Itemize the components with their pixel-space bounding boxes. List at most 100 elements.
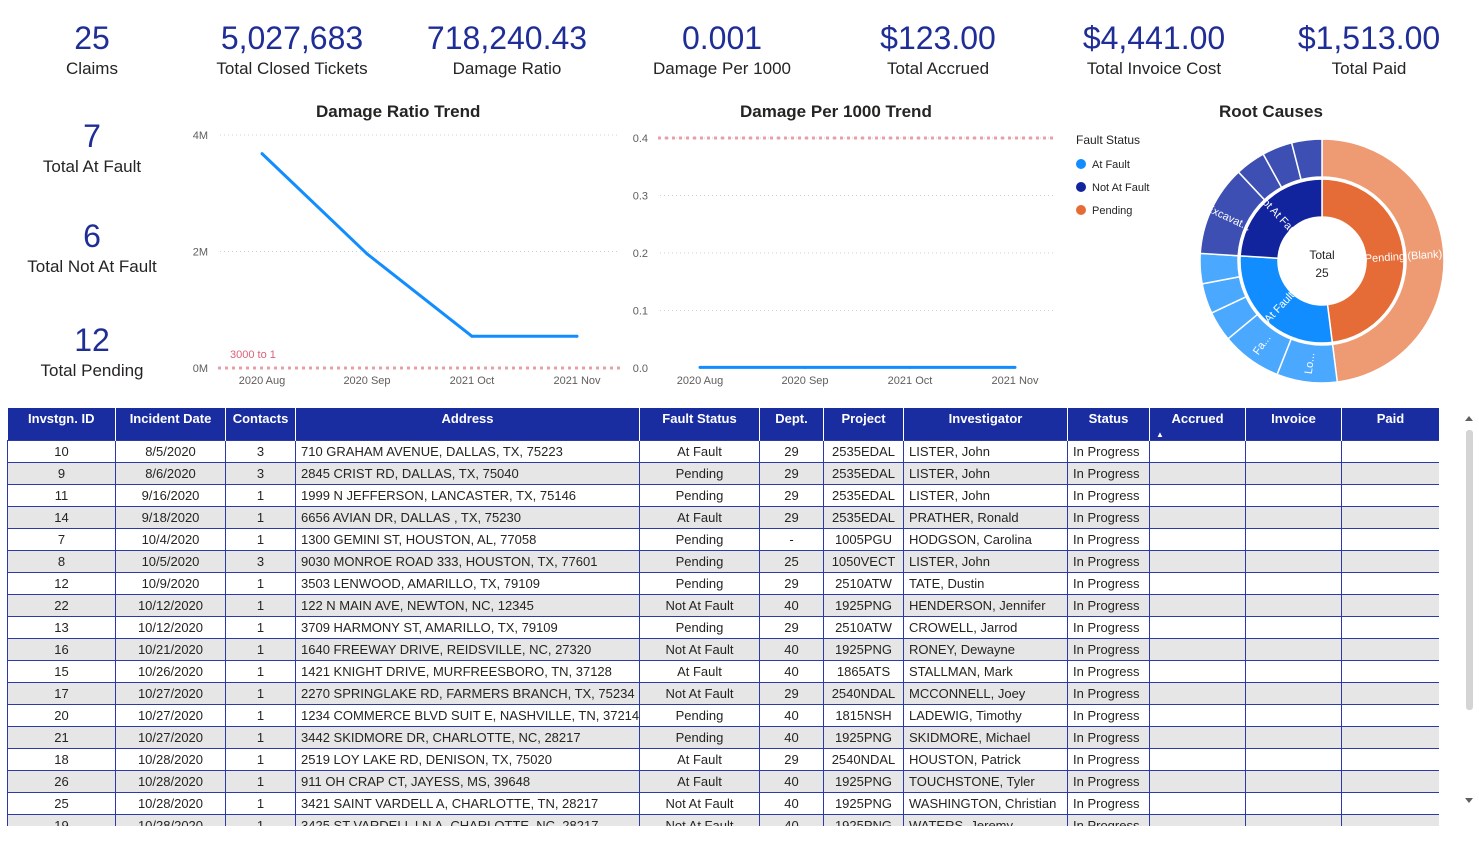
table-cell: 2510ATW [823, 572, 904, 595]
table-cell: In Progress [1067, 594, 1150, 617]
table-cell: HENDERSON, Jennifer [903, 594, 1068, 617]
data-point[interactable] [575, 334, 579, 338]
data-point[interactable] [1013, 365, 1017, 369]
x-tick-label: 2020 Aug [239, 375, 286, 387]
table-cell: 1300 GEMINI ST, HOUSTON, AL, 77058 [295, 528, 640, 551]
table-row[interactable]: 11 9/16/2020 1 1999 N JEFFERSON, LANCASTER,… [7, 484, 1439, 507]
table-cell: 1050VECT [823, 550, 904, 573]
table-cell: 2540NDAL [823, 682, 904, 705]
claims-table: Invstgn. ID Incident Date Contacts Address F… [7, 408, 1439, 826]
kpi-total-accrued: $123.00 Total Accrued [838, 20, 1038, 80]
y-tick-label: 0.4 [633, 133, 648, 145]
data-point[interactable] [908, 365, 912, 369]
table-row[interactable]: 22 10/12/2020 1 122 N MAIN AVE, NEWTON, NC,… [7, 594, 1439, 617]
center-value: 25 [1315, 266, 1329, 280]
table-cell: 1005PGU [823, 528, 904, 551]
column-header[interactable]: Dept. [759, 408, 824, 441]
table-cell [1149, 528, 1246, 551]
table-cell [1341, 550, 1439, 573]
damage-ratio-trend-chart[interactable]: 0M 2M 4M 3000 to 1 2020 Aug 2020 Sep 2021 Oct 2… [180, 125, 630, 395]
series-line[interactable] [260, 152, 577, 338]
table-row[interactable]: 9 8/6/2020 3 2845 CRIST RD, DALLAS, TX, 750… [7, 462, 1439, 485]
table-row[interactable]: 18 10/28/2020 1 2519 LOY LAKE RD, DENISON, … [7, 748, 1439, 771]
y-tick-label: 0.3 [633, 191, 648, 203]
table-row[interactable]: 19 10/28/2020 1 3425 ST VARDELL LN A, CHARL… [7, 814, 1439, 826]
column-header[interactable]: Incident Date [115, 408, 226, 441]
table-cell: 40 [759, 770, 824, 793]
y-tick-label: 2M [193, 247, 208, 259]
table-row[interactable]: 15 10/26/2020 1 1421 KNIGHT DRIVE, MURFREES… [7, 660, 1439, 683]
table-row[interactable]: 26 10/28/2020 1 911 OH CRAP CT, JAYESS, MS,… [7, 770, 1439, 793]
table-cell: 1 [225, 748, 296, 771]
damage-per-1000-trend-chart[interactable]: 0.0 0.1 0.2 0.3 0.4 2020 Aug 2020 Sep 2021 Oct 2… [620, 125, 1070, 395]
table-cell: In Progress [1067, 616, 1150, 639]
table-cell: In Progress [1067, 726, 1150, 749]
kpi-label: Total At Fault [42, 157, 142, 176]
table-row[interactable]: 8 10/5/2020 3 9030 MONROE ROAD 333, HOUSTON… [7, 550, 1439, 573]
column-header[interactable]: Address [295, 408, 640, 441]
column-header[interactable]: Contacts [225, 408, 296, 441]
table-cell [1245, 770, 1342, 793]
kpi-value: 0.001 [681, 20, 763, 56]
table-cell: 29 [759, 440, 824, 463]
table-cell: LISTER, John [903, 440, 1068, 463]
chevron-down-icon[interactable] [1465, 798, 1473, 803]
table-cell [1341, 616, 1439, 639]
table-cell [1341, 528, 1439, 551]
table-row[interactable]: 21 10/27/2020 1 3442 SKIDMORE DR, CHARLOTTE… [7, 726, 1439, 749]
table-cell: 1421 KNIGHT DRIVE, MURFREESBORO, TN, 371… [295, 660, 640, 683]
column-header[interactable]: Invoice [1245, 408, 1342, 441]
kpi-total-not-at-fault: 6 Total Not At Fault [12, 218, 172, 278]
legend-dot [1076, 182, 1086, 192]
table-row[interactable]: 12 10/9/2020 1 3503 LENWOOD, AMARILLO, TX, … [7, 572, 1439, 595]
center-label: Total [1309, 248, 1334, 262]
table-row[interactable]: 20 10/27/2020 1 1234 COMMERCE BLVD SUIT E, … [7, 704, 1439, 727]
table-row[interactable]: 25 10/28/2020 1 3421 SAINT VARDELL A, CHARL… [7, 792, 1439, 815]
legend-item-at-fault[interactable]: At Fault [1076, 159, 1149, 182]
table-row[interactable]: 13 10/12/2020 1 3709 HARMONY ST, AMARILLO, … [7, 616, 1439, 639]
table-cell [1341, 572, 1439, 595]
table-cell: 1925PNG [823, 726, 904, 749]
table-cell: At Fault [639, 440, 760, 463]
table-cell [1245, 616, 1342, 639]
column-header[interactable]: Status [1067, 408, 1150, 441]
sort-ascending-icon[interactable]: ▲ [1156, 430, 1164, 439]
table-row[interactable]: 17 10/27/2020 1 2270 SPRINGLAKE RD, FARMERS… [7, 682, 1439, 705]
column-header[interactable]: Fault Status [639, 408, 760, 441]
data-point[interactable] [803, 365, 807, 369]
legend-item-pending[interactable]: Pending [1076, 205, 1149, 228]
kpi-value: 718,240.43 [426, 20, 588, 56]
table-cell [1341, 748, 1439, 771]
table-cell: LISTER, John [903, 484, 1068, 507]
scrollbar-thumb[interactable] [1466, 430, 1473, 710]
column-header[interactable]: Paid [1341, 408, 1439, 441]
table-cell: 3709 HARMONY ST, AMARILLO, TX, 79109 [295, 616, 640, 639]
table-cell [1149, 770, 1246, 793]
table-cell: 10/27/2020 [115, 704, 226, 727]
column-header[interactable]: Investigator [903, 408, 1068, 441]
chevron-up-icon[interactable] [1465, 416, 1473, 421]
column-header[interactable]: Accrued ▲ [1149, 408, 1246, 441]
kpi-value: 25 [74, 20, 110, 56]
table-cell: Not At Fault [639, 594, 760, 617]
table-cell: 1925PNG [823, 792, 904, 815]
table-row[interactable]: 16 10/21/2020 1 1640 FREEWAY DRIVE, REIDSVI… [7, 638, 1439, 661]
table-row[interactable]: 7 10/4/2020 1 1300 GEMINI ST, HOUSTON, AL, … [7, 528, 1439, 551]
column-header[interactable]: Project [823, 408, 904, 441]
column-header[interactable]: Invstgn. ID [7, 408, 116, 441]
legend-title: Fault Status [1076, 133, 1141, 147]
table-cell: 9 [7, 462, 116, 485]
data-point[interactable] [698, 365, 702, 369]
table-cell: 3421 SAINT VARDELL A, CHARLOTTE, TN, 282… [295, 792, 640, 815]
table-cell: 1 [225, 638, 296, 661]
legend-item-not-at-fault[interactable]: Not At Fault [1076, 182, 1149, 205]
table-row[interactable]: 10 8/5/2020 3 710 GRAHAM AVENUE, DALLAS, TX… [7, 440, 1439, 463]
root-causes-sunburst-chart[interactable]: PendingAt FaultNot At Fault(Blank)Lo...F… [1192, 130, 1452, 392]
data-point[interactable] [365, 252, 369, 256]
data-point[interactable] [470, 334, 474, 338]
table-row[interactable]: 14 9/18/2020 1 6656 AVIAN DR, DALLAS , TX, … [7, 506, 1439, 529]
table-cell: HOUSTON, Patrick [903, 748, 1068, 771]
table-scrollbar[interactable] [1462, 408, 1476, 808]
data-point[interactable] [260, 152, 264, 156]
table-cell: In Progress [1067, 770, 1150, 793]
